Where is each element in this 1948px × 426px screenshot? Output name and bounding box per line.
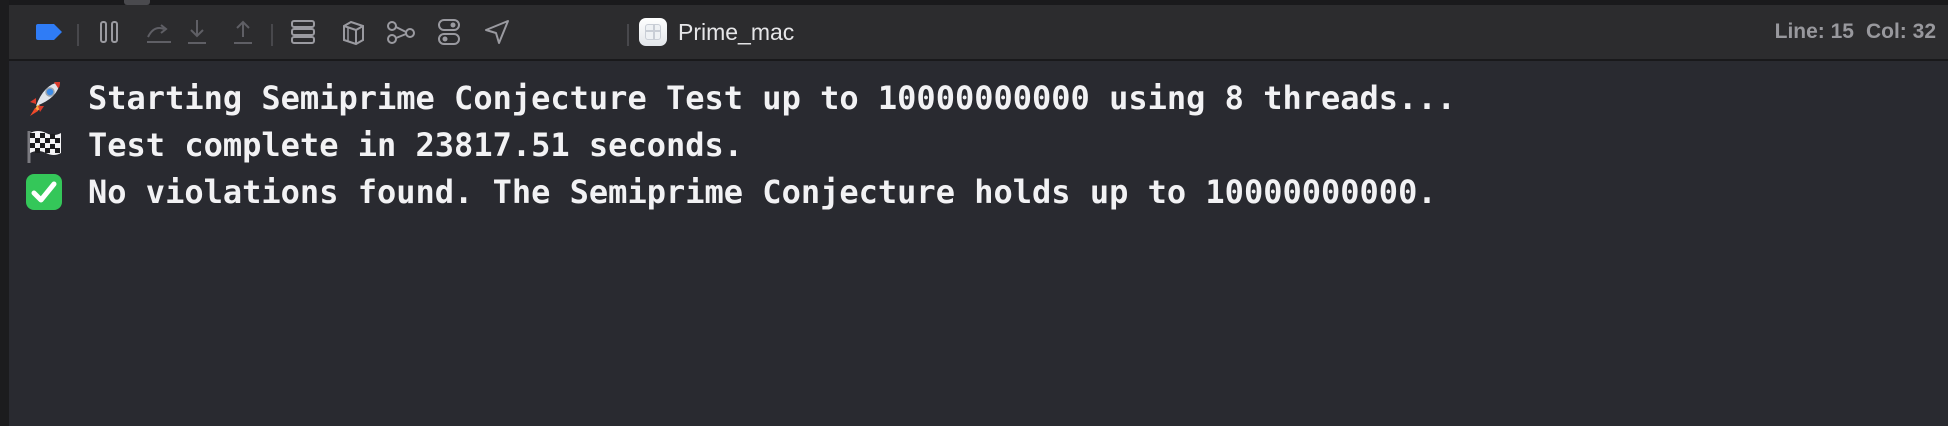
step-over-icon: [147, 24, 171, 43]
console-line-text: Starting Semiprime Conjecture Test up to…: [88, 79, 1456, 117]
line-indicator: Line: 15: [1774, 20, 1854, 43]
memory-graph-icon: [343, 20, 364, 46]
step-into-button[interactable]: [175, 5, 219, 59]
pause-icon: [100, 21, 118, 43]
simulate-location-button[interactable]: [475, 5, 519, 59]
column-indicator: Col: 32: [1865, 20, 1936, 43]
toolbar-separator: [77, 24, 79, 46]
memory-graph-button[interactable]: [331, 5, 375, 59]
debug-console-window: Prime_mac Line: 15 Col: 32 Starting Semi: [0, 0, 1948, 426]
view-hierarchy-button[interactable]: [281, 5, 325, 59]
environment-overrides-button[interactable]: [427, 5, 471, 59]
console-line: Test complete in 23817.51 seconds.: [24, 121, 743, 169]
console-line: Starting Semiprime Conjecture Test up to…: [24, 74, 1456, 122]
debug-graph-button[interactable]: [379, 5, 423, 59]
scheme-name: Prime_mac: [678, 18, 795, 45]
app-icon: [639, 18, 667, 46]
simulate-location-icon: [485, 20, 509, 44]
console-line: No violations found. The Semiprime Conje…: [24, 168, 1437, 216]
toolbar-separator: [627, 24, 629, 46]
view-hierarchy-icon: [291, 20, 315, 44]
debug-toolbar: Prime_mac Line: 15 Col: 32: [9, 5, 1948, 61]
step-out-button[interactable]: [221, 5, 265, 59]
checkered-flag-emoji-icon: [24, 125, 64, 165]
console-output[interactable]: Starting Semiprime Conjecture Test up to…: [9, 61, 1948, 426]
step-out-icon: [234, 20, 252, 44]
console-line-text: Test complete in 23817.51 seconds.: [88, 126, 744, 164]
breakpoints-toggle-icon: [36, 24, 62, 40]
cursor-position: Line: 15 Col: 32: [1775, 5, 1936, 59]
breakpoints-toggle-button[interactable]: [27, 5, 71, 59]
environment-overrides-icon: [438, 19, 460, 45]
debug-graph-icon: [387, 21, 415, 44]
pause-button[interactable]: [87, 5, 131, 59]
toolbar-separator: [271, 24, 273, 46]
step-into-icon: [188, 20, 206, 44]
scheme-selector[interactable]: Prime_mac: [639, 5, 794, 59]
check-mark-emoji-icon: [24, 172, 64, 212]
rocket-emoji-icon: [24, 78, 64, 118]
console-line-text: No violations found. The Semiprime Conje…: [88, 173, 1437, 211]
